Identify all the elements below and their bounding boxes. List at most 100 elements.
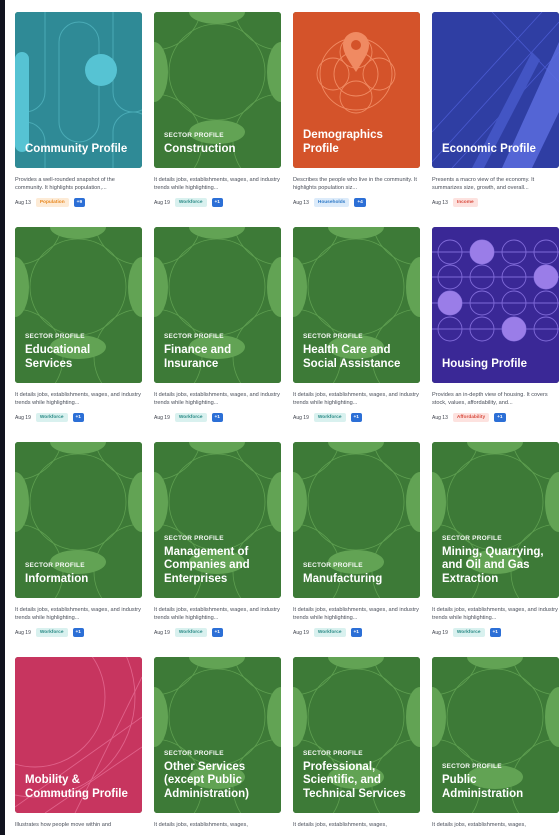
more-tags-badge[interactable]: +9 — [73, 198, 86, 207]
card-description: It details jobs, establishments, wages, … — [15, 392, 141, 407]
card-description: It details jobs, establishments, wages, … — [154, 177, 280, 192]
thumbnail-text: SECTOR PROFILE Educational Services — [25, 333, 136, 371]
card-meta: Aug 19 Workforce +1 — [154, 413, 281, 422]
card-kicker: SECTOR PROFILE — [303, 749, 363, 757]
report-card[interactable]: Housing Profile Provides an in-depth view… — [432, 227, 559, 442]
topic-tag[interactable]: Workforce — [35, 628, 68, 637]
report-card[interactable]: SECTOR PROFILE Public Administration It de… — [432, 657, 559, 835]
more-tags-badge[interactable]: +1 — [211, 628, 223, 637]
card-title: Manufacturing — [303, 572, 383, 585]
report-thumbnail[interactable]: SECTOR PROFILE Health Care and Social Ass… — [293, 227, 420, 383]
report-thumbnail[interactable]: SECTOR PROFILE Professional, Scientific, … — [293, 657, 420, 813]
card-date: Aug 13 — [432, 414, 448, 421]
report-card[interactable]: Mobility & Commuting Profile Illustrates … — [15, 657, 142, 835]
more-tags-badge[interactable]: +1 — [494, 413, 506, 422]
report-thumbnail[interactable]: SECTOR PROFILE Finance and Insurance — [154, 227, 281, 383]
more-tags-badge[interactable]: +1 — [350, 628, 362, 637]
card-title: Health Care and Social Assistance — [303, 344, 401, 370]
report-card[interactable]: Demographics Profile Describes the people… — [293, 12, 420, 227]
thumbnail-text: SECTOR PROFILE Health Care and Social Ass… — [303, 333, 414, 371]
report-thumbnail[interactable]: Economic Profile — [432, 12, 559, 168]
report-thumbnail[interactable]: Community Profile — [15, 12, 142, 168]
topic-tag[interactable]: Workforce — [174, 628, 207, 637]
report-card[interactable]: SECTOR PROFILE Other Services (except Pub… — [154, 657, 281, 835]
topic-tag[interactable]: Workforce — [313, 628, 346, 637]
topic-tag[interactable]: Population — [35, 198, 69, 207]
card-kicker: SECTOR PROFILE — [303, 561, 363, 569]
thumbnail-text: Community Profile — [25, 143, 136, 157]
thumbnail-text: SECTOR PROFILE Other Services (except Pub… — [164, 750, 275, 802]
card-title: Construction — [164, 142, 236, 155]
report-card[interactable]: SECTOR PROFILE Health Care and Social Ass… — [293, 227, 420, 442]
more-tags-badge[interactable]: +4 — [354, 198, 366, 207]
card-title: Mobility & Commuting Profile — [25, 774, 128, 800]
report-thumbnail[interactable]: SECTOR PROFILE Information — [15, 442, 142, 598]
card-date: Aug 19 — [154, 629, 170, 636]
report-thumbnail[interactable]: Housing Profile — [432, 227, 559, 383]
report-thumbnail[interactable]: SECTOR PROFILE Educational Services — [15, 227, 142, 383]
topic-tag[interactable]: Income — [452, 198, 478, 207]
more-tags-badge[interactable]: +1 — [211, 198, 223, 207]
thumbnail-text: Housing Profile — [442, 358, 553, 372]
report-card[interactable]: SECTOR PROFILE Mining, Quarrying, and Oil… — [432, 442, 559, 657]
card-description: Illustrates how people move within and — [15, 822, 112, 828]
report-thumbnail[interactable]: SECTOR PROFILE Other Services (except Pub… — [154, 657, 281, 813]
report-card[interactable]: SECTOR PROFILE Management of Companies an… — [154, 442, 281, 657]
topic-tag[interactable]: Workforce — [174, 413, 207, 422]
report-thumbnail[interactable]: SECTOR PROFILE Construction — [154, 12, 281, 168]
card-meta: Aug 19 Workforce +1 — [293, 413, 420, 422]
report-card[interactable]: SECTOR PROFILE Professional, Scientific, … — [293, 657, 420, 835]
more-tags-badge[interactable]: +1 — [72, 628, 84, 637]
card-kicker: SECTOR PROFILE — [164, 749, 224, 757]
topic-tag[interactable]: Workforce — [452, 628, 485, 637]
card-date: Aug 19 — [293, 414, 309, 421]
card-title: Management of Companies and Enterprises — [164, 545, 250, 585]
card-meta: Aug 19 Workforce +1 — [154, 628, 281, 637]
thumbnail-text: SECTOR PROFILE Public Administration — [442, 763, 553, 801]
more-tags-badge[interactable]: +1 — [211, 413, 223, 422]
thumbnail-text: Mobility & Commuting Profile — [25, 774, 136, 801]
card-date: Aug 19 — [432, 629, 448, 636]
more-tags-badge[interactable]: +1 — [72, 413, 84, 422]
report-thumbnail[interactable]: SECTOR PROFILE Public Administration — [432, 657, 559, 813]
more-tags-badge[interactable]: +1 — [489, 628, 501, 637]
thumbnail-text: SECTOR PROFILE Professional, Scientific, … — [303, 750, 414, 802]
thumbnail-text: Demographics Profile — [303, 129, 414, 156]
card-kicker: SECTOR PROFILE — [303, 333, 363, 340]
report-card[interactable]: Economic Profile Presents a macro view of… — [432, 12, 559, 227]
topic-tag[interactable]: Workforce — [35, 413, 68, 422]
card-title: Demographics Profile — [303, 129, 383, 155]
card-kicker: SECTOR PROFILE — [164, 333, 224, 340]
report-card[interactable]: SECTOR PROFILE Manufacturing It details jo… — [293, 442, 420, 657]
report-card-grid: Community Profile Provides a well-rounded… — [15, 12, 559, 835]
card-meta: Aug 19 Workforce +1 — [15, 413, 142, 422]
topic-tag[interactable]: Workforce — [313, 413, 346, 422]
card-kicker: SECTOR PROFILE — [442, 763, 502, 770]
card-description: It details jobs, establishments, wages, — [154, 822, 248, 828]
topic-tag[interactable]: Affordability — [452, 413, 490, 422]
card-meta: Aug 19 Workforce +1 — [293, 628, 420, 637]
report-card[interactable]: SECTOR PROFILE Finance and Insurance It de… — [154, 227, 281, 442]
topic-tag[interactable]: Workforce — [174, 198, 207, 207]
report-library-frame: Community Profile Provides a well-rounded… — [5, 0, 559, 835]
card-title: Finance and Insurance — [164, 344, 232, 370]
report-card[interactable]: SECTOR PROFILE Educational Services It det… — [15, 227, 142, 442]
report-card[interactable]: SECTOR PROFILE Construction It details job… — [154, 12, 281, 227]
card-date: Aug 13 — [293, 199, 309, 206]
report-thumbnail[interactable]: SECTOR PROFILE Mining, Quarrying, and Oil… — [432, 442, 559, 598]
card-meta: Aug 13 Population +9 — [15, 198, 142, 207]
more-tags-badge[interactable]: +1 — [350, 413, 362, 422]
card-description: Presents a macro view of the economy. It… — [432, 177, 535, 192]
report-thumbnail[interactable]: Mobility & Commuting Profile — [15, 657, 142, 813]
card-title: Professional, Scientific, and Technical … — [303, 760, 406, 800]
report-thumbnail[interactable]: Demographics Profile — [293, 12, 420, 168]
report-card[interactable]: SECTOR PROFILE Information It details jobs… — [15, 442, 142, 657]
card-meta: Aug 13 Affordability +1 — [432, 413, 559, 422]
report-thumbnail[interactable]: SECTOR PROFILE Management of Companies an… — [154, 442, 281, 598]
report-card[interactable]: Community Profile Provides a well-rounded… — [15, 12, 142, 227]
topic-tag[interactable]: Households — [313, 198, 350, 207]
report-thumbnail[interactable]: SECTOR PROFILE Manufacturing — [293, 442, 420, 598]
card-date: Aug 19 — [293, 629, 309, 636]
thumbnail-text: Economic Profile — [442, 143, 553, 157]
card-date: Aug 13 — [432, 199, 448, 206]
